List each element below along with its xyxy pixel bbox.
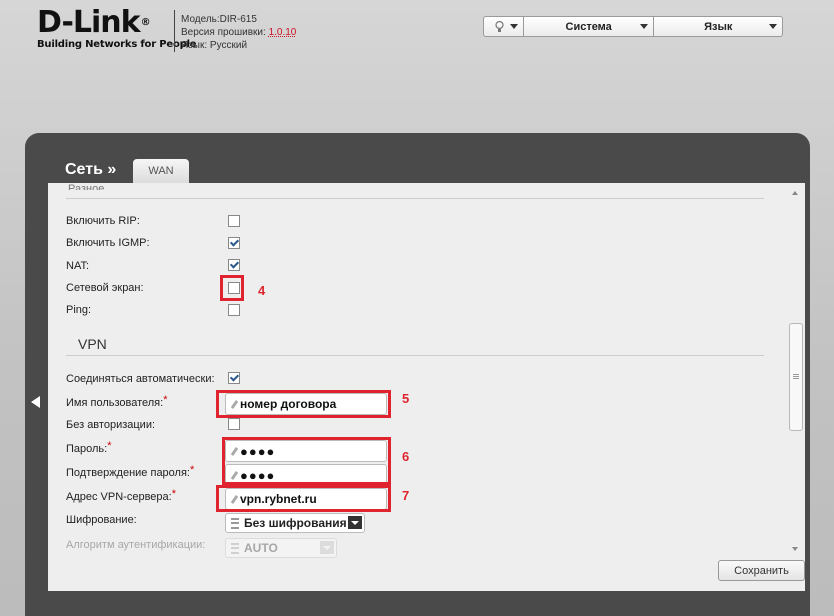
firmware-label: Версия прошивки: [181, 27, 269, 38]
username-label: Имя пользователя:* [66, 394, 168, 409]
scroll-down-icon[interactable] [792, 547, 798, 551]
rip-checkbox[interactable] [228, 215, 240, 227]
nat-label: NAT: [66, 260, 90, 272]
divider [66, 198, 764, 199]
system-menu-label: Система [565, 20, 612, 33]
igmp-label: Включить IGMP: [66, 237, 150, 249]
list-icon [231, 517, 239, 529]
igmp-checkbox[interactable] [228, 237, 240, 249]
vpn-section-title: VPN [78, 336, 107, 352]
connect-auto-label: Соединяться автоматически: [66, 373, 215, 385]
required-mark: * [189, 464, 195, 476]
language-menu[interactable]: Язык [654, 17, 782, 36]
top-navigation: Система Язык [483, 16, 783, 37]
vpn-server-label: Адрес VPN-сервера:* [66, 488, 176, 503]
confirm-label-text: Подтверждение пароля: [66, 467, 190, 479]
list-icon [231, 542, 239, 554]
chevron-down-icon [640, 24, 649, 29]
required-mark: * [163, 394, 168, 406]
logo-tagline: Building Networks for People [37, 39, 197, 50]
dlink-logo: D-Link® Building Networks for People [37, 5, 197, 51]
password-label: Пароль:* [66, 440, 112, 455]
section-title-misc: Разное [68, 183, 105, 190]
vertical-scrollbar[interactable] [788, 187, 803, 551]
language-menu-label: Язык [704, 20, 733, 33]
encryption-label: Шифрование: [66, 514, 137, 526]
chevron-down-icon [509, 24, 518, 29]
header-divider [174, 10, 175, 52]
breadcrumb[interactable]: Сеть » [65, 161, 116, 179]
dropdown-arrow-icon [348, 516, 362, 529]
auth-algorithm-value: AUTO [244, 541, 278, 555]
auth-algorithm-select[interactable]: AUTO [225, 538, 337, 558]
annotation-5: 5 [402, 391, 410, 406]
highlight-box-passwords [222, 437, 391, 485]
highlight-box-firewall [220, 275, 244, 301]
scrollbar-thumb[interactable] [789, 323, 803, 431]
confirm-password-label: Подтверждение пароля:* [66, 464, 195, 479]
connect-auto-checkbox[interactable] [228, 372, 240, 384]
form-content: Разное Включить RIP: Включить IGMP: NAT:… [48, 183, 805, 591]
nat-checkbox[interactable] [228, 259, 240, 271]
annotation-4: 4 [258, 283, 266, 298]
system-menu[interactable]: Система [524, 17, 655, 36]
highlight-box-vpn-server [216, 485, 391, 512]
device-model: Модель:DIR-615 [181, 14, 257, 25]
auth-algorithm-label: Алгоритм аутентификации: [66, 539, 206, 551]
lightbulb-icon [495, 20, 504, 32]
annotation-7: 7 [402, 488, 410, 503]
ping-checkbox[interactable] [228, 304, 240, 316]
username-label-text: Имя пользователя: [66, 397, 164, 409]
device-language: Язык: Русский [181, 40, 248, 51]
highlight-box-username [216, 390, 391, 418]
save-button[interactable]: Сохранить [718, 560, 805, 581]
no-auth-label: Без авторизации: [66, 419, 156, 431]
no-auth-checkbox[interactable] [228, 418, 240, 430]
device-info: Модель:DIR-615 Версия прошивки: 1.0.10 Я… [181, 13, 296, 52]
required-mark: * [107, 440, 112, 452]
annotation-6: 6 [402, 449, 410, 464]
encryption-value: Без шифрования [244, 516, 347, 530]
logo-registered-mark: ® [140, 17, 151, 28]
dropdown-arrow-icon [320, 541, 334, 554]
firmware-version-link[interactable]: 1.0.10 [269, 27, 297, 38]
rip-label: Включить RIP: [66, 215, 140, 227]
chevron-down-icon [769, 24, 777, 29]
back-arrow-icon[interactable] [31, 396, 40, 408]
required-mark: * [171, 488, 176, 500]
encryption-select[interactable]: Без шифрования [225, 513, 365, 533]
ping-label: Ping: [66, 304, 92, 316]
vpn-server-label-text: Адрес VPN-сервера: [66, 491, 172, 503]
tab-wan[interactable]: WAN [133, 159, 189, 183]
scroll-up-icon[interactable] [792, 191, 798, 195]
tips-menu[interactable] [484, 17, 524, 36]
logo-text: D-Link [37, 5, 141, 40]
firewall-label: Сетевой экран: [66, 282, 144, 294]
password-label-text: Пароль: [66, 443, 108, 455]
grip-icon [793, 374, 799, 375]
divider [66, 355, 764, 356]
